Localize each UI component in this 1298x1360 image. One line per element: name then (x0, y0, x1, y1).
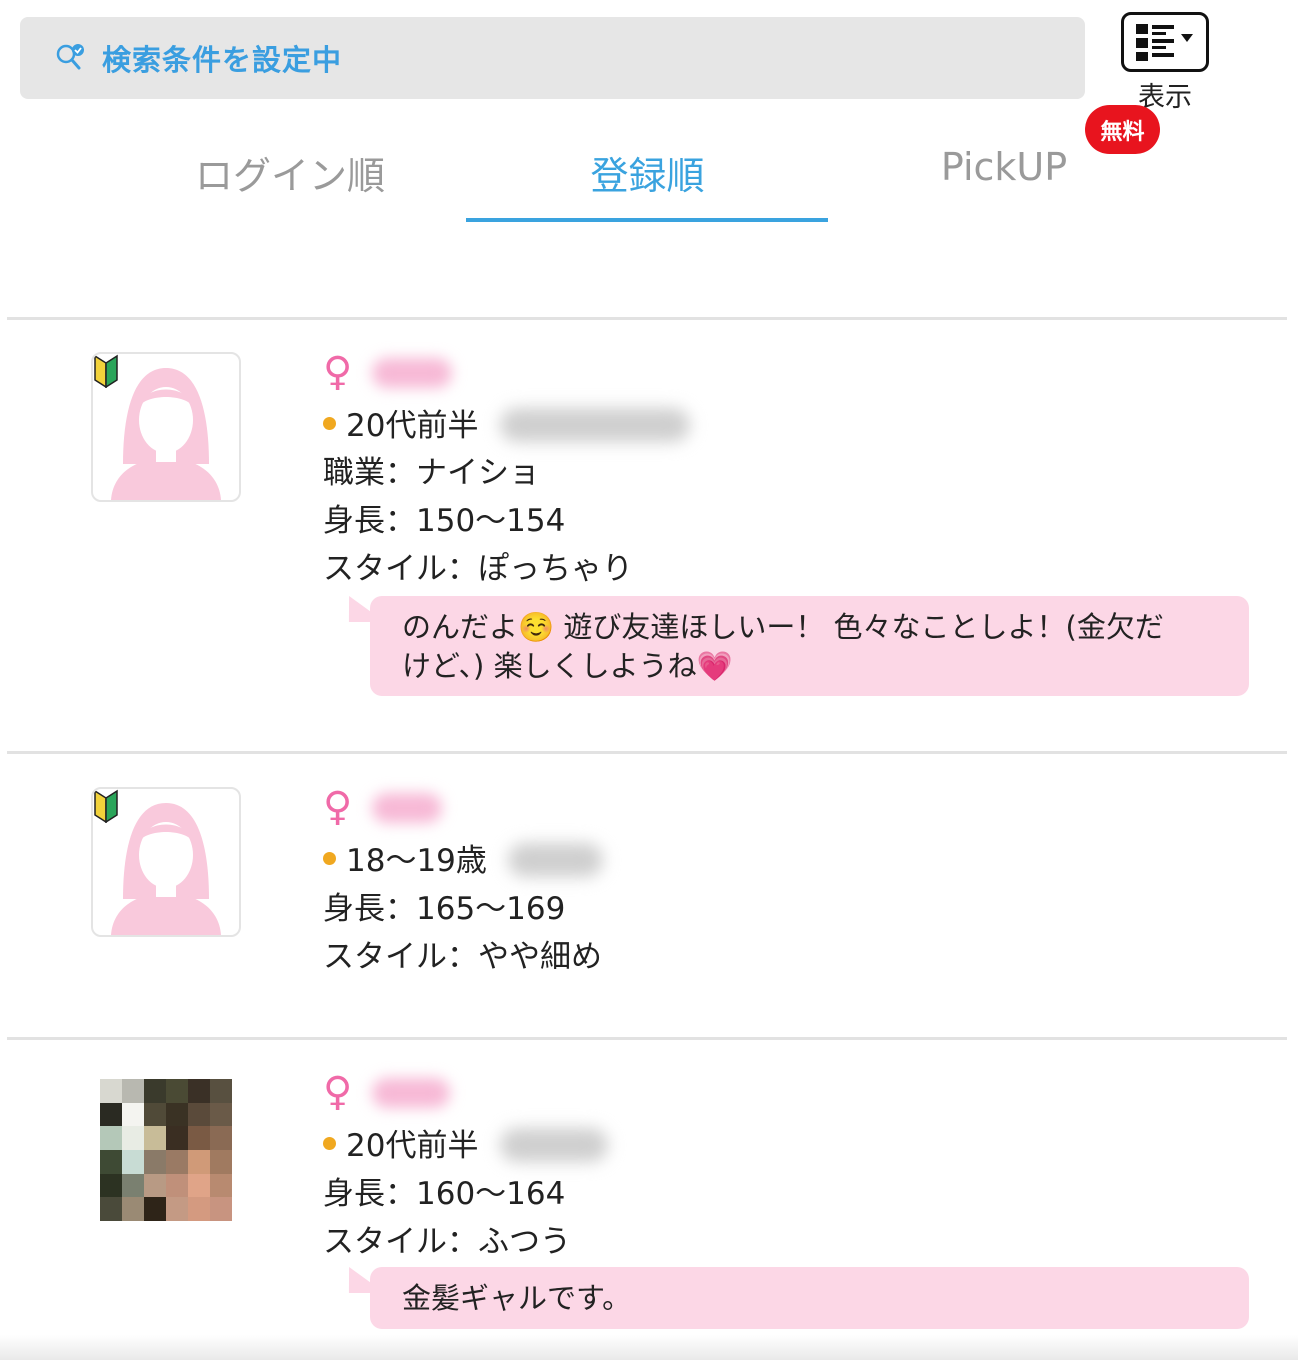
search-condition-label: 検索条件を設定中 (102, 43, 343, 77)
age-line: 20代前半 (323, 411, 478, 442)
female-icon: ♀ (323, 1069, 353, 1115)
profile-photo-pixelated (100, 1079, 232, 1221)
style-line: スタイル：ふつう (323, 1224, 571, 1260)
status-dot (323, 1137, 336, 1150)
profile-divider (7, 751, 1287, 754)
default-avatar (91, 352, 241, 502)
tab-pickup[interactable]: PickUP (890, 145, 1118, 189)
beginner-mark-icon (94, 354, 118, 388)
location-blurred (500, 1128, 608, 1162)
active-tab-indicator (466, 218, 828, 222)
message-text-line-1: のんだよ☺️ 遊び友達ほしいー！ 色々なことしよ！(金欠だ (402, 610, 1164, 644)
style-line: スタイル：ぽっちゃり (323, 551, 633, 587)
name-blurred (372, 793, 442, 823)
tab-registration-order[interactable]: 登録順 (510, 145, 785, 200)
profile-divider (7, 1037, 1287, 1040)
scroll-fade (0, 1335, 1298, 1360)
status-dot (323, 852, 336, 865)
height-line: 身長：160〜164 (323, 1176, 566, 1212)
message-bubble: のんだよ☺️ 遊び友達ほしいー！ 色々なことしよ！(金欠だ けど、) 楽しくしよ… (370, 596, 1249, 696)
tab-login-order[interactable]: ログイン順 (150, 145, 430, 200)
message-text-line-1: 金髪ギャルです。 (402, 1281, 632, 1315)
age-text: 20代前半 (346, 1128, 479, 1164)
height-line: 身長：150〜154 (323, 503, 566, 539)
message-text-line-2: けど、) 楽しくしようね💗 (402, 649, 733, 683)
list-top-divider (7, 317, 1287, 320)
age-line: 20代前半 (323, 1131, 478, 1162)
beginner-mark-icon (94, 789, 118, 823)
list-view-icon (1136, 24, 1193, 61)
age-line: 18〜19歳 (323, 846, 487, 877)
location-blurred (508, 843, 603, 877)
age-text: 20代前半 (346, 408, 479, 444)
height-line: 身長：165〜169 (323, 891, 566, 927)
search-condition-bar[interactable]: 検索条件を設定中 (20, 17, 1085, 99)
status-dot (323, 417, 336, 430)
name-blurred (372, 358, 452, 388)
default-avatar (91, 787, 241, 937)
female-icon: ♀ (323, 349, 353, 395)
occupation-line: 職業：ナイショ (323, 455, 540, 491)
message-bubble: 金髪ギャルです。 (370, 1267, 1249, 1329)
location-blurred (500, 408, 690, 442)
search-settings-icon (56, 44, 84, 70)
female-icon: ♀ (323, 784, 353, 830)
display-mode-button[interactable] (1121, 12, 1209, 72)
free-badge: 無料 (1085, 105, 1160, 154)
age-text: 18〜19歳 (346, 843, 487, 879)
style-line: スタイル：やや細め (323, 939, 602, 975)
name-blurred (372, 1078, 450, 1108)
